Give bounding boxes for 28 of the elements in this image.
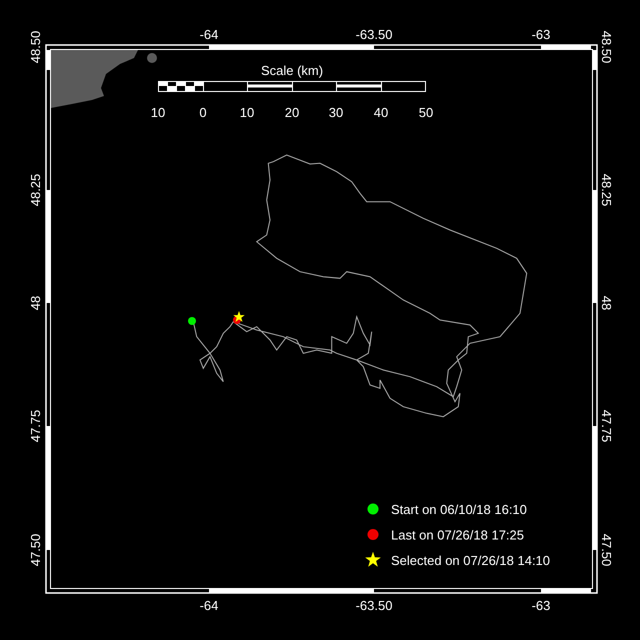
scale-tick-label: 30 xyxy=(328,105,344,120)
latitude-label: 48.50 xyxy=(599,30,614,64)
latitude-label: 47.75 xyxy=(599,410,614,442)
latitude-label: 47.75 xyxy=(28,410,43,442)
scale-tick-label: 50 xyxy=(418,105,434,120)
longitude-label: -63.50 xyxy=(356,27,392,42)
latitude-label: 47.50 xyxy=(599,534,614,566)
legend-label: Start on 06/10/18 16:10 xyxy=(391,502,527,517)
longitude-label: -64 xyxy=(200,598,218,613)
latitude-label: 48 xyxy=(28,296,43,310)
latitude-label: 48.25 xyxy=(599,174,614,206)
latitude-label: 48 xyxy=(599,296,614,310)
longitude-label: -64 xyxy=(200,27,218,42)
legend-label: Selected on 07/26/18 14:10 xyxy=(391,553,550,568)
latitude-label: 47.50 xyxy=(28,534,43,566)
legend-label: Last on 07/26/18 17:25 xyxy=(391,528,524,542)
scale-tick-label: 40 xyxy=(374,105,388,120)
scale-title: Scale (km) xyxy=(260,63,324,78)
longitude-label: -63 xyxy=(532,27,550,42)
latitude-label: 48.50 xyxy=(28,30,43,64)
scale-tick-label: 10 xyxy=(240,105,254,120)
island-landmass xyxy=(147,53,157,63)
scale-tick-label: 0 xyxy=(199,105,207,120)
longitude-label: -63.50 xyxy=(356,598,392,613)
latitude-label: 48.25 xyxy=(28,174,43,206)
scale-tick-label: 10 xyxy=(150,105,166,120)
scale-tick-label: 20 xyxy=(284,105,300,120)
longitude-label: -63 xyxy=(532,598,550,613)
